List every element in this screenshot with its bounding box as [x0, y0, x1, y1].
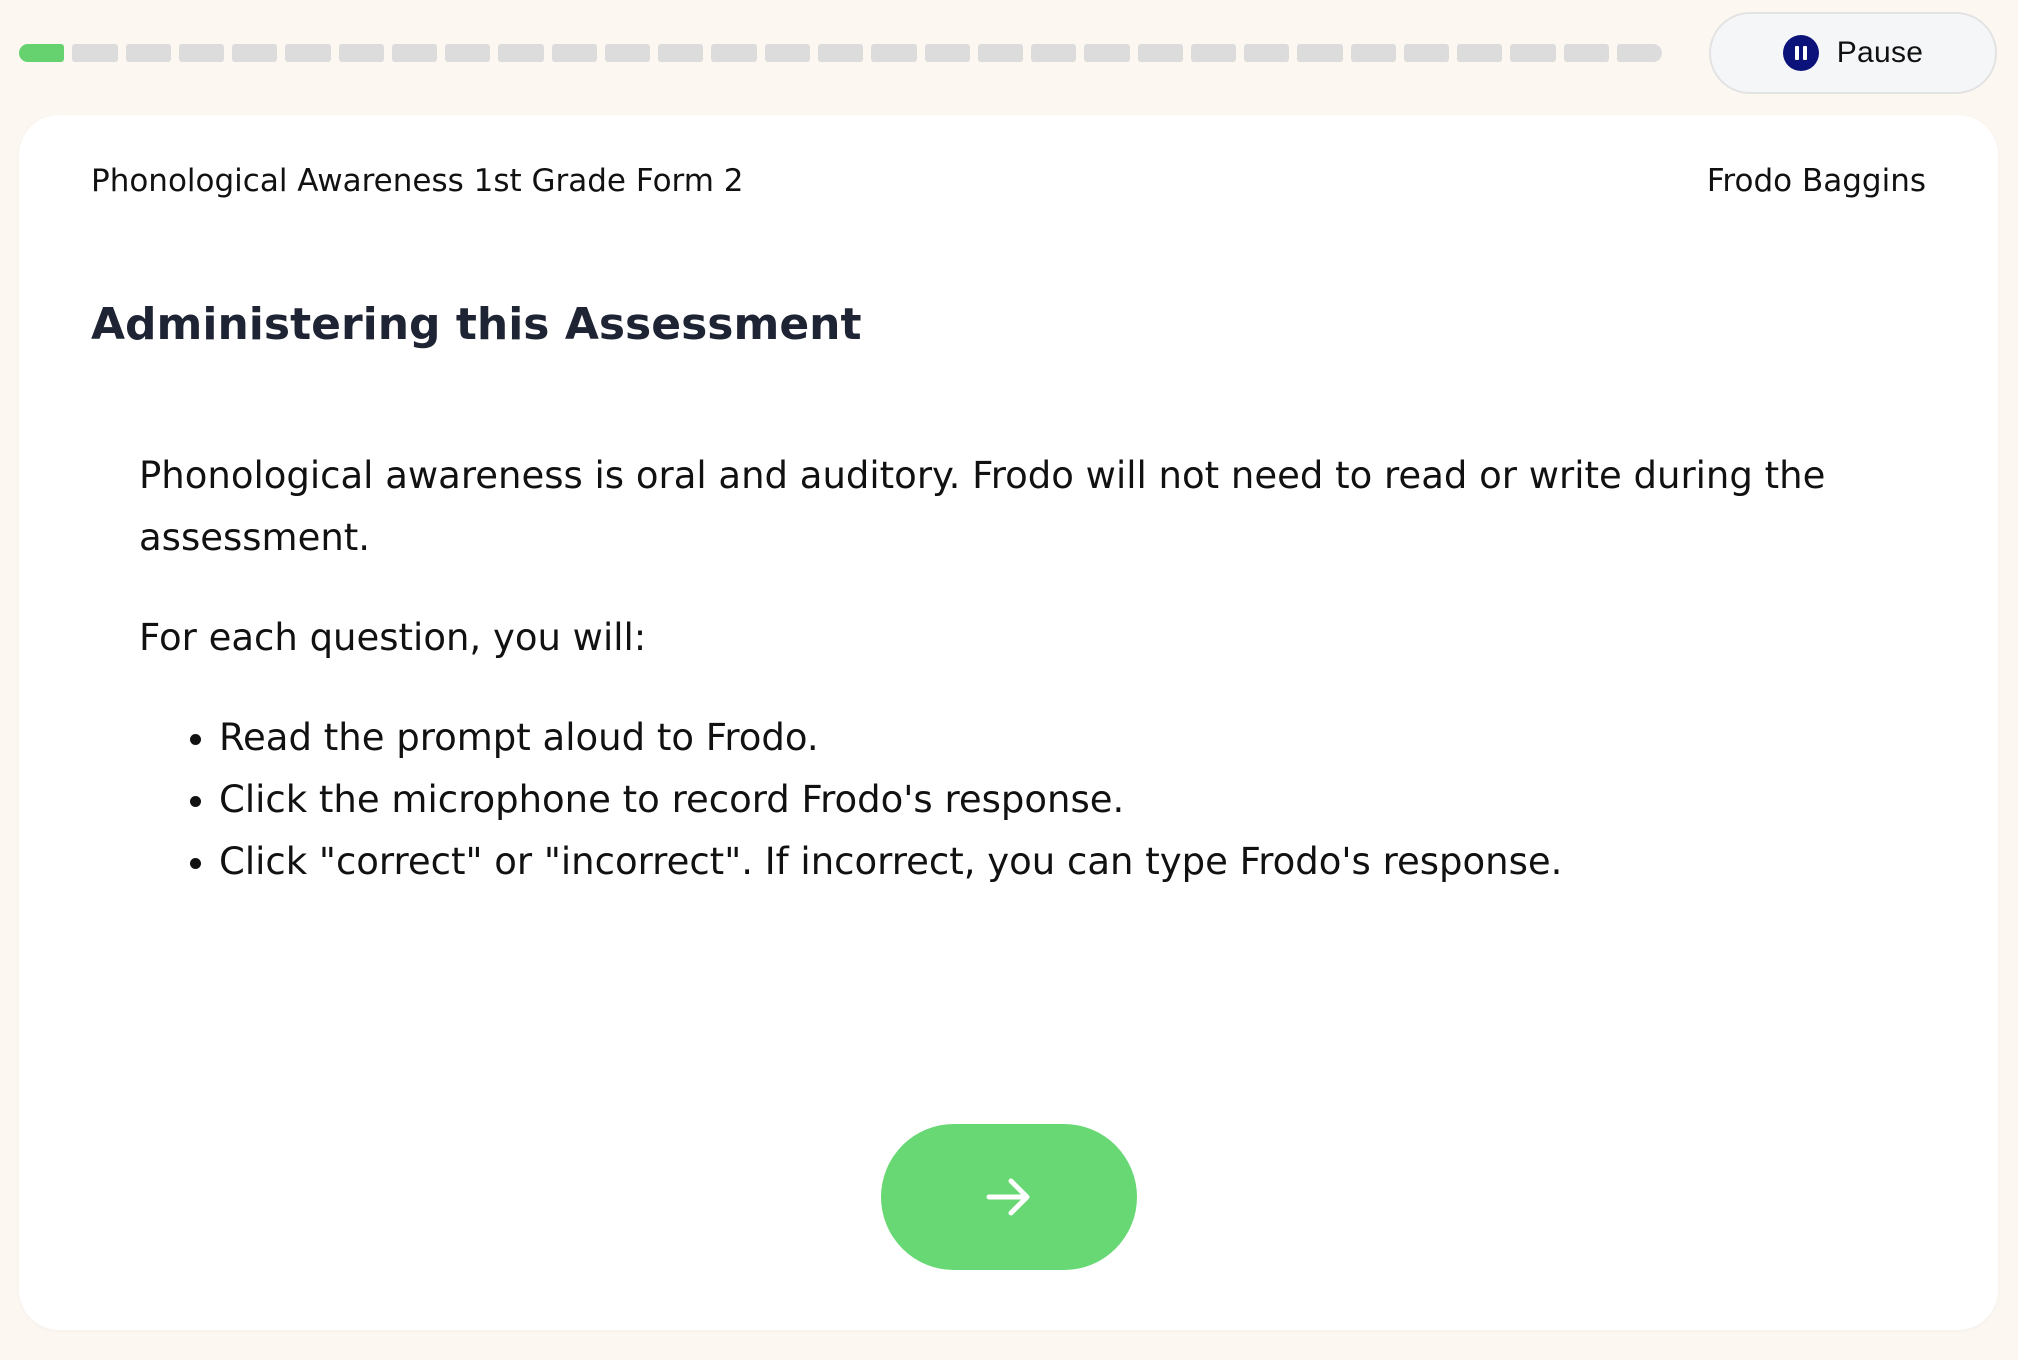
progress-segment: [72, 44, 118, 62]
progress-segment: [1084, 44, 1130, 62]
progress-bar: [19, 44, 1663, 62]
progress-segment: [1403, 44, 1450, 62]
list-item: Click the microphone to record Frodo's r…: [219, 769, 1859, 831]
progress-segment: [285, 44, 331, 62]
pause-button-label: Pause: [1836, 36, 1924, 69]
progress-segment: [871, 44, 917, 62]
progress-segment: [125, 44, 171, 62]
progress-segment: [178, 44, 225, 62]
progress-segment: [1297, 44, 1343, 62]
progress-segment: [551, 44, 597, 62]
progress-segment: [1510, 44, 1556, 62]
list-item: Read the prompt aloud to Frodo.: [219, 707, 1859, 769]
next-button[interactable]: [881, 1124, 1137, 1270]
list-item: Click "correct" or "incorrect". If incor…: [219, 831, 1859, 893]
assessment-name: Phonological Awareness 1st Grade Form 2: [91, 163, 744, 199]
pause-icon: [1782, 35, 1819, 71]
progress-segment: [1190, 44, 1237, 62]
arrow-right-icon: [986, 1178, 1030, 1216]
progress-segment: [338, 44, 384, 62]
progress-segment: [817, 44, 864, 62]
progress-segment: [1031, 44, 1077, 62]
progress-segment: [391, 44, 438, 62]
student-name: Frodo Baggins: [1706, 163, 1926, 199]
progress-segment: [232, 44, 278, 62]
progress-segment-complete: [19, 44, 65, 62]
progress-segment: [711, 44, 757, 62]
progress-segment: [764, 44, 810, 62]
progress-segment: [1244, 44, 1290, 62]
top-bar: Pause: [0, 0, 2018, 110]
assessment-card: Phonological Awareness 1st Grade Form 2 …: [19, 115, 1998, 1330]
progress-segment: [1137, 44, 1183, 62]
instructions: Phonological awareness is oral and audit…: [139, 445, 1859, 893]
progress-segment: [658, 44, 704, 62]
progress-segment: [924, 44, 970, 62]
progress-segment: [604, 44, 651, 62]
progress-segment: [1350, 44, 1396, 62]
page-title: Administering this Assessment: [91, 299, 862, 350]
progress-segment: [445, 44, 491, 62]
progress-segment: [1457, 44, 1503, 62]
progress-segment: [498, 44, 544, 62]
progress-segment: [977, 44, 1024, 62]
steps-list: Read the prompt aloud to Frodo. Click th…: [139, 707, 1859, 893]
card-header: Phonological Awareness 1st Grade Form 2 …: [91, 159, 1926, 203]
progress-segment: [1616, 44, 1663, 62]
progress-segment: [1563, 44, 1609, 62]
intro-text: Phonological awareness is oral and audit…: [139, 454, 1826, 559]
list-lead-text: For each question, you will:: [139, 616, 647, 659]
pause-button[interactable]: Pause: [1709, 12, 1997, 94]
